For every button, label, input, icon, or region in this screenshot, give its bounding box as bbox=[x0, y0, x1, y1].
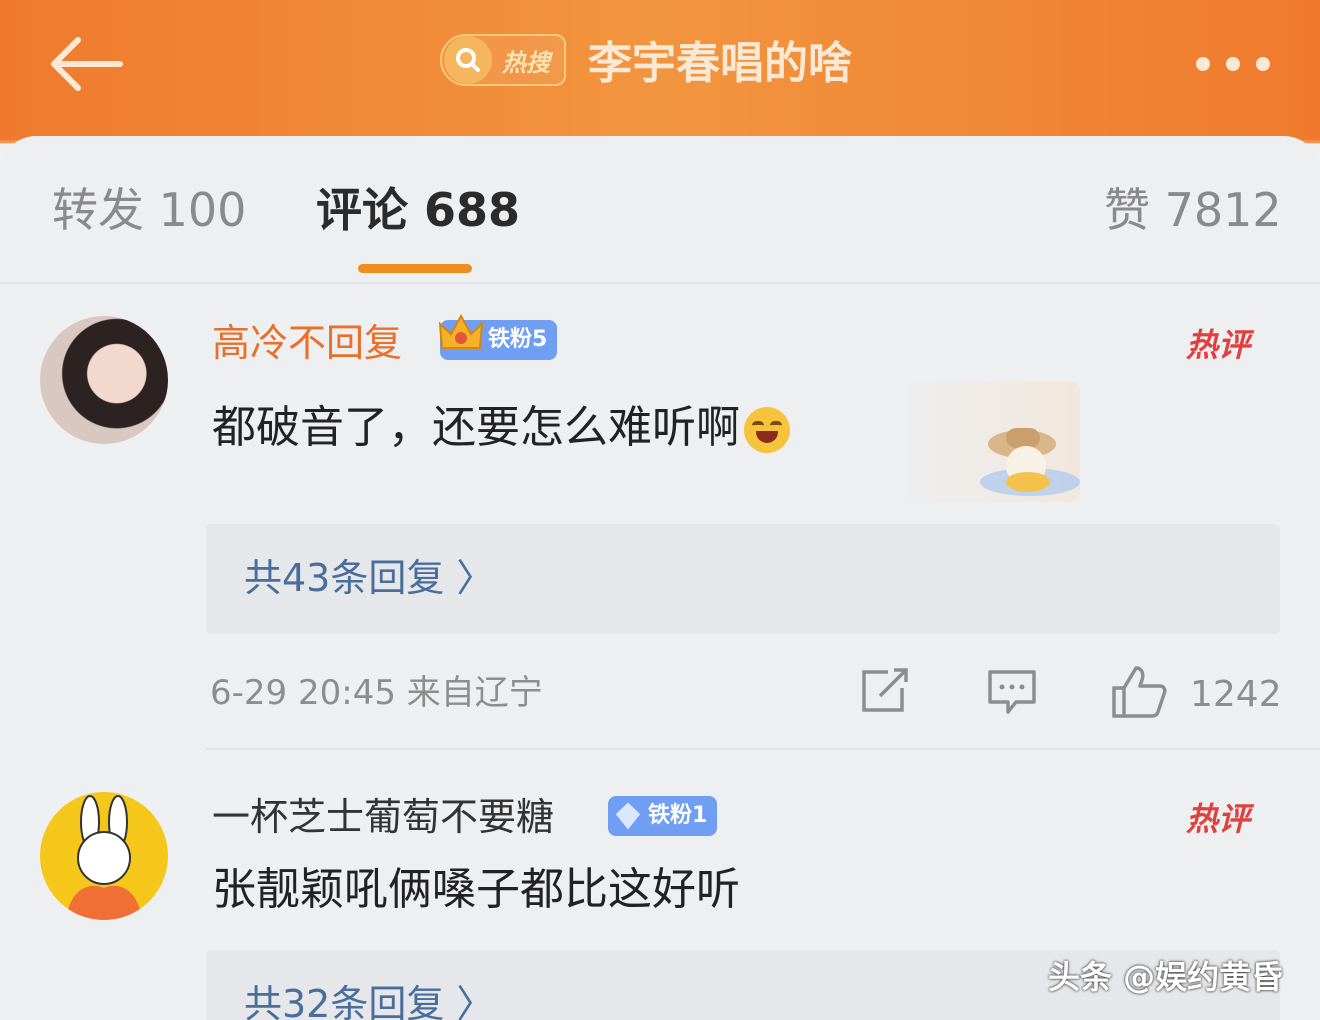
like-count: 1242 bbox=[1190, 674, 1282, 715]
share-button[interactable] bbox=[858, 668, 910, 714]
comment-bubble-icon bbox=[988, 670, 1036, 714]
search-icon bbox=[444, 36, 492, 84]
replies-count-link: 共32条回复 〉 bbox=[244, 982, 495, 1020]
comment-text: 都破音了，还要怎么难听啊 bbox=[212, 398, 790, 458]
top-bar: 热搜 李宇春唱的啥 bbox=[0, 0, 1320, 140]
sticker-decoration bbox=[900, 382, 1080, 502]
comment-meta: 6-29 20:45 来自辽宁 bbox=[210, 673, 543, 713]
fan-badge[interactable]: 铁粉5 bbox=[438, 313, 558, 360]
more-options-button[interactable] bbox=[1196, 50, 1270, 78]
fan-badge-label: 铁粉1 bbox=[648, 803, 708, 828]
username[interactable]: 一杯芝士葡萄不要糖 bbox=[212, 792, 554, 842]
laughing-crying-emoji-icon bbox=[744, 407, 790, 453]
dot-icon bbox=[1226, 57, 1240, 71]
page-title: 李宇春唱的啥 bbox=[588, 38, 852, 89]
divider bbox=[206, 748, 1320, 750]
comment-text: 张靓颖吼俩嗓子都比这好听 bbox=[212, 864, 740, 915]
bunny-avatar-icon bbox=[66, 795, 142, 920]
divider bbox=[0, 282, 1320, 284]
replies-expander[interactable]: 共43条回复 〉 bbox=[206, 524, 1280, 634]
active-tab-indicator bbox=[358, 264, 472, 273]
tab-bar: 转发 100 评论 688 赞 7812 bbox=[0, 136, 1320, 286]
thumbs-up-icon bbox=[1112, 666, 1167, 718]
dot-icon bbox=[1196, 57, 1210, 71]
replies-count-link: 共43条回复 〉 bbox=[244, 556, 495, 600]
hot-comment-tag: 热评 bbox=[1186, 800, 1251, 838]
crown-icon bbox=[438, 313, 484, 349]
tab-comments[interactable]: 评论 688 bbox=[316, 180, 520, 240]
fan-badge-label: 铁粉5 bbox=[488, 327, 548, 352]
bunny-sticker-icon bbox=[980, 428, 1080, 496]
like-button[interactable] bbox=[1110, 664, 1168, 720]
avatar[interactable] bbox=[40, 316, 168, 444]
tab-likes[interactable]: 赞 7812 bbox=[1104, 180, 1282, 240]
comments-card: 转发 100 评论 688 赞 7812 高冷不回复 铁粉5 热评 都破音了，还… bbox=[0, 136, 1320, 1020]
comment-text-content: 都破音了，还要怎么难听啊 bbox=[212, 402, 740, 453]
hot-search-badge[interactable]: 热搜 bbox=[440, 34, 566, 86]
tab-repost[interactable]: 转发 100 bbox=[52, 180, 246, 240]
watermark: 头条 @娱约黄昏 bbox=[1048, 958, 1284, 996]
back-button[interactable] bbox=[48, 34, 124, 94]
back-arrow-icon bbox=[51, 37, 123, 91]
avatar[interactable] bbox=[40, 792, 168, 920]
username[interactable]: 高冷不回复 bbox=[212, 318, 402, 368]
dot-icon bbox=[1256, 57, 1270, 71]
diamond-icon bbox=[615, 802, 641, 830]
share-icon bbox=[862, 668, 908, 712]
hot-search-label: 热搜 bbox=[502, 48, 550, 77]
hot-comment-tag: 热评 bbox=[1186, 326, 1251, 364]
reply-button[interactable] bbox=[986, 668, 1038, 718]
fan-badge[interactable]: 铁粉1 bbox=[608, 796, 718, 836]
